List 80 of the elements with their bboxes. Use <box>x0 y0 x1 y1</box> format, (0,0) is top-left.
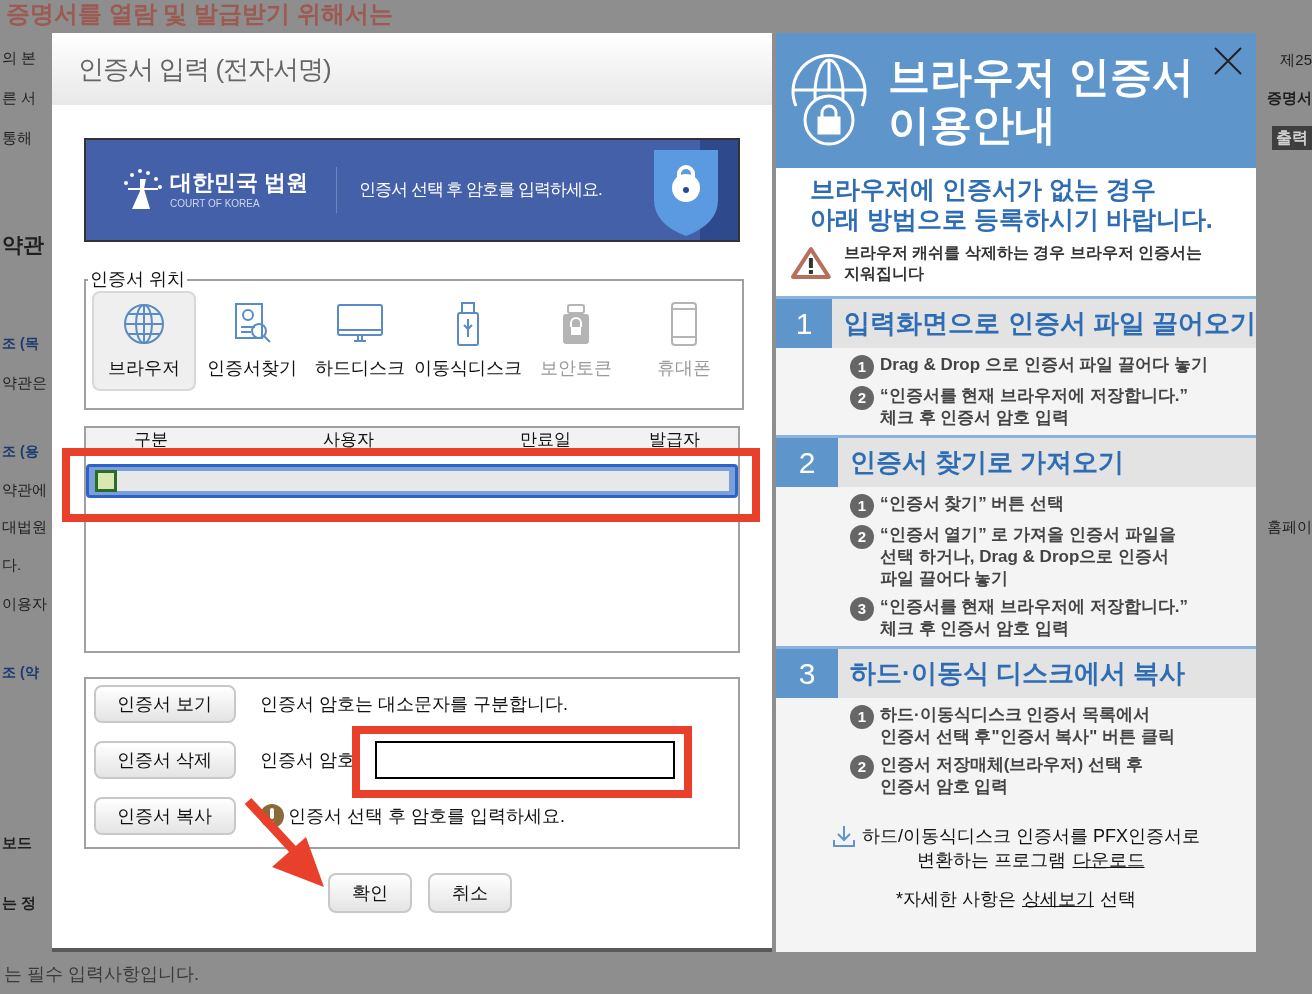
background-text: 의 본 <box>2 48 37 68</box>
download-icon <box>832 824 856 848</box>
background-text: 약관에 <box>2 480 47 500</box>
guide-subtitle: 브라우저에 인증서가 없는 경우 <box>810 174 1157 204</box>
step-text: “인증서를 현재 브라우저에 저장합니다.” 체크 후 인증서 암호 입력 <box>880 596 1188 640</box>
background-text: 통해 <box>2 128 32 148</box>
background-text: 증명서 <box>1267 88 1312 108</box>
step-number: 2 <box>850 386 874 410</box>
step-text: Drag & Drop 으로 인증서 파일 끌어다 놓기 <box>880 354 1208 376</box>
certificate-row[interactable] <box>86 464 738 498</box>
background-text: 출력 <box>1272 126 1312 150</box>
step-text: “인증서 열기” 로 가져올 인증서 파일을 선택 하거나, Drag & Drop으로 인증서 파일 끌어다 놓기 <box>880 524 1176 590</box>
step-number: 2 <box>850 525 874 549</box>
column-header: 구분 <box>133 430 169 450</box>
page-heading: 증명서를 열람 및 발급받기 위해서는 <box>6 0 393 28</box>
background-text: 조 (약 <box>2 663 39 682</box>
guide-title: 브라우저 인증서 <box>888 52 1194 101</box>
column-header: 발급자 <box>647 430 701 450</box>
location-tab[interactable]: 이동식디스크 <box>416 291 520 391</box>
download-text: 하드/이동식디스크 인증서를 PFX인증서로 <box>862 825 1200 848</box>
detail-link[interactable]: 상세보기 <box>1022 886 1094 913</box>
column-header: 사용자 <box>321 430 375 450</box>
background-text: 른 서 <box>2 88 37 108</box>
step-text: 하드·이동식디스크 인증서 목록에서 인증서 선택 후"인증서 복사" 버튼 클릭 <box>880 704 1175 748</box>
background-text: 이용자 <box>2 594 47 614</box>
password-field[interactable] <box>375 741 675 779</box>
court-logo-text: 대한민국 법원 <box>170 169 309 196</box>
background-text: 약관은 <box>2 373 47 393</box>
background-text: 대법원 <box>2 517 47 537</box>
certificate-action-button[interactable]: 인증서 보기 <box>94 685 236 723</box>
shield-lock-icon <box>654 140 738 240</box>
background-text: 약관 <box>2 233 44 257</box>
location-tab[interactable]: 브라우저 <box>92 291 196 391</box>
warning-icon <box>790 246 832 280</box>
cancel-button[interactable]: 취소 <box>428 873 512 913</box>
cache-caution: 브라우저 캐쉬를 삭제하는 경우 브라우저 인증서는 지워집니다 <box>843 243 1204 284</box>
download-text: 변환하는 프로그램 <box>917 849 1067 872</box>
confirm-button[interactable]: 확인 <box>328 873 412 913</box>
step-text: “인증서 찾기” 버튼 선택 <box>880 493 1065 515</box>
download-link[interactable]: 다운로드 <box>1072 848 1145 872</box>
certificate-icon <box>95 470 117 492</box>
background-text: 는 정 <box>2 893 37 913</box>
dialog-title: 인증서 입력 (전자서명) <box>78 52 331 86</box>
step-text: 인증서 저장매체(브라우저) 선택 후 인증서 암호 입력 <box>880 754 1144 798</box>
background-text: 보드 <box>2 833 32 853</box>
background-text: 조 (용 <box>2 442 39 461</box>
guide-title: 이용안내 <box>888 100 1057 149</box>
section-number: 3 <box>776 649 838 698</box>
certificate-action-button[interactable]: 인증서 삭제 <box>94 741 236 779</box>
password-label: 인증서 암호 <box>260 748 355 772</box>
background-text: 조 (목 <box>2 334 39 353</box>
detail-text: *자세한 사항은 <box>896 888 1016 911</box>
step-number: 2 <box>850 755 874 779</box>
section-number: 1 <box>776 299 833 348</box>
case-note: 인증서 암호는 대소문자를 구분합니다. <box>260 692 568 716</box>
step-number: 1 <box>850 494 874 518</box>
step-number: 1 <box>850 355 874 379</box>
background-text: 제25 <box>1280 50 1312 70</box>
section-title: 입력화면으로 인증서 파일 끌어오기 <box>832 299 1256 348</box>
location-tab[interactable]: 인증서찾기 <box>200 291 304 391</box>
password-hint: 인증서 선택 후 암호를 입력하세요. <box>288 804 565 828</box>
column-header: 만료일 <box>518 430 572 450</box>
close-button[interactable] <box>1212 45 1244 77</box>
guide-subtitle: 아래 방법으로 등록하시기 바랍니다. <box>810 204 1214 234</box>
certificate-action-button[interactable]: 인증서 복사 <box>94 797 236 835</box>
court-logo-subtitle: COURT OF KOREA <box>170 196 261 211</box>
background-text: 홈페이 <box>1267 517 1312 537</box>
step-number: 1 <box>850 705 874 729</box>
detail-text: 선택 <box>1100 888 1136 911</box>
alert-icon <box>260 804 284 828</box>
section-number: 2 <box>776 438 838 487</box>
background-text: 는 필수 입력사항입니다. <box>4 962 199 986</box>
section-title: 하드·이동식 디스크에서 복사 <box>838 649 1256 698</box>
step-number: 3 <box>850 597 874 621</box>
banner-message: 인증서 선택 후 암호를 입력하세요. <box>359 179 603 202</box>
location-legend: 인증서 위치 <box>88 266 187 293</box>
step-text: “인증서를 현재 브라우저에 저장합니다.” 체크 후 인증서 암호 입력 <box>880 385 1188 429</box>
section-title: 인증서 찾기로 가져오기 <box>838 438 1256 487</box>
location-tab[interactable]: 하드디스크 <box>308 291 412 391</box>
background-text: 다. <box>2 555 22 575</box>
